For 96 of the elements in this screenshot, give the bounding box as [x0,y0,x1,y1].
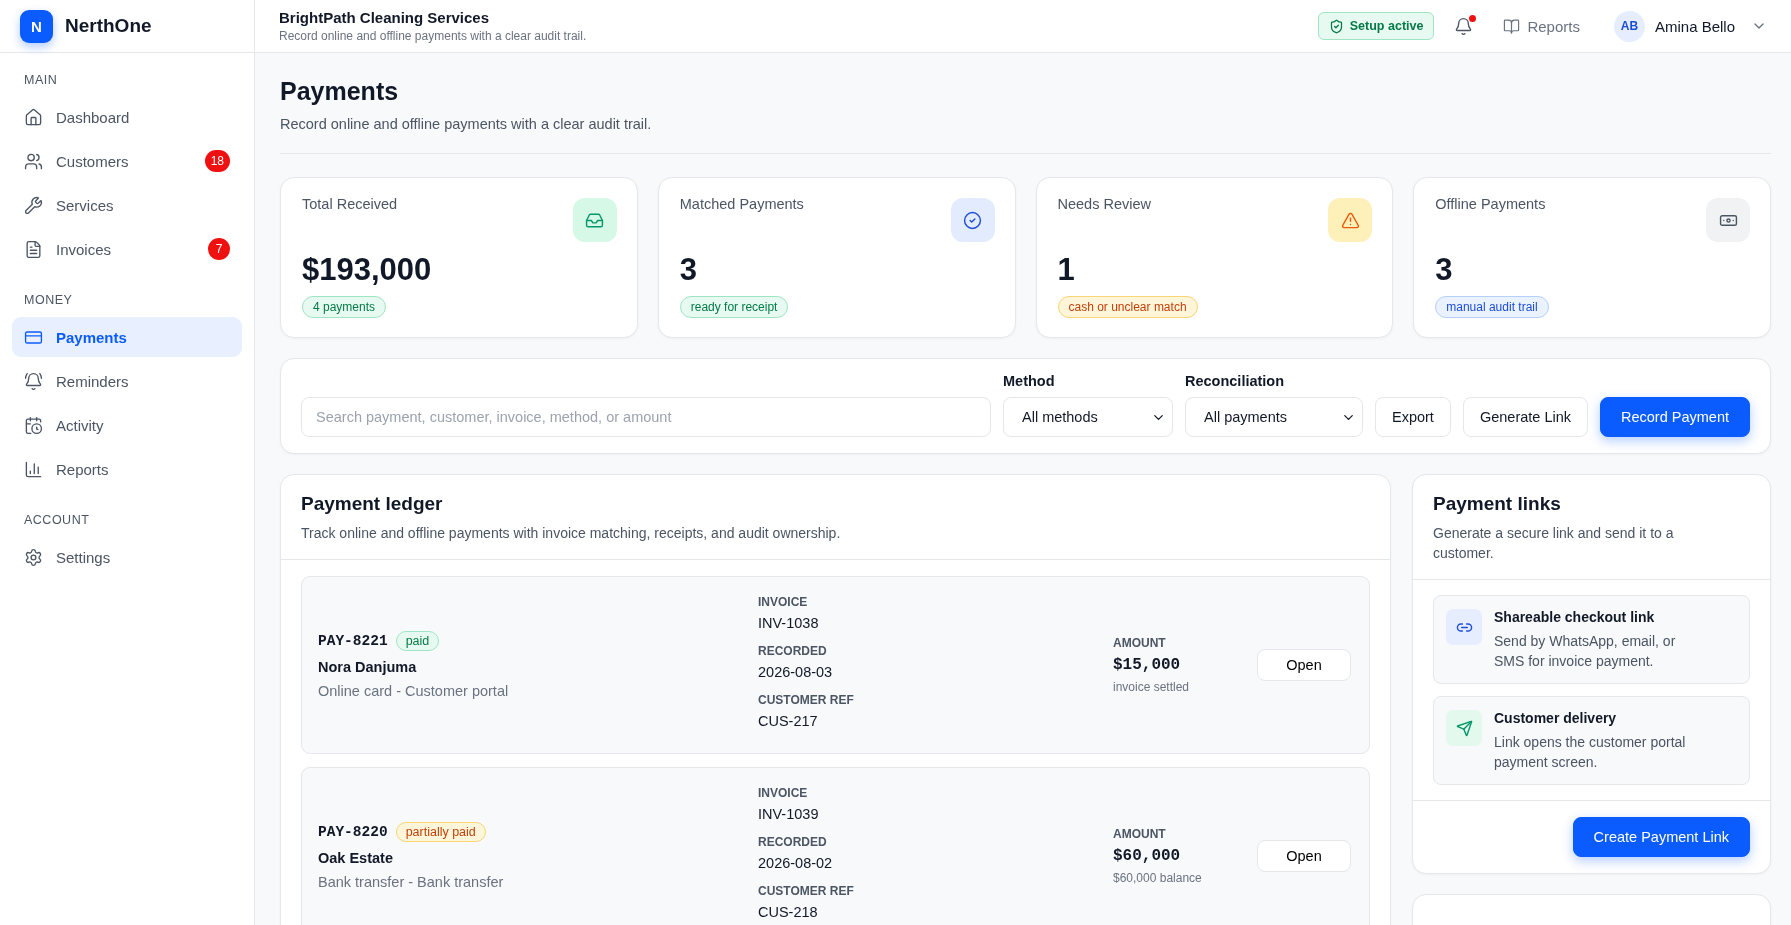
create-link-button[interactable]: Create Payment Link [1572,817,1750,857]
sidebar-item[interactable]: Customers 18 [12,141,242,181]
stat-tag: ready for receipt [679,296,789,318]
users-icon [24,151,43,171]
open-button[interactable]: Open [1257,840,1351,872]
field-label: RECORDED [758,643,828,658]
customer-name: Nora Danjuma [318,659,417,675]
sidebar-item[interactable]: Reports [12,449,242,489]
link-icon [1446,609,1482,645]
app-logo: N [20,9,53,43]
amount-note: invoice settled [1113,680,1190,694]
card-title: Payment links [1433,493,1561,515]
reconciliation-select[interactable]: All payments [1185,397,1363,437]
field-label: CUSTOMER REF [758,883,855,898]
settings-icon [24,547,43,567]
sidebar-item[interactable]: Dashboard [12,97,242,137]
sidebar-item[interactable]: Settings [12,537,242,577]
search-field[interactable]: Search payment, customer, invoice, method, or amount [301,397,991,437]
status-tag: partially paid [395,822,486,842]
bell-icon [24,371,43,391]
field-value: CUS-218 [758,903,819,920]
action-button[interactable]: Generate Link [1462,397,1588,437]
field-label: AMOUNT [1113,827,1166,841]
stat-value: $193,000 [302,252,433,288]
sidebar-item[interactable]: Reminders [12,361,242,401]
card-subtitle: Generate a secure link and send it to a customer. [1433,524,1675,563]
document-icon [24,239,43,259]
field-label: Method [1003,373,1056,389]
section-heading: MAIN [23,72,59,89]
inbox-icon [572,198,617,242]
customer-name: Oak Estate [318,850,393,866]
reports-link[interactable]: Reports [1503,17,1580,35]
send-icon [1446,710,1482,746]
payment-method: Online card - Customer portal [318,683,509,699]
payment-id: PAY-8220 [318,824,388,840]
field-label: Reconciliation [1185,373,1286,389]
bar-chart-icon [24,459,43,479]
card-subtitle: Track online and offline payments with invoice matching, receipts, and audit ownership. [301,524,841,543]
field-value: 2026-08-02 [758,854,834,871]
banknote-icon [1706,198,1750,242]
section-heading: MONEY [23,292,74,309]
stat-label: Total Received [302,196,398,212]
sidebar-item[interactable]: Activity [12,405,242,445]
option-title: Customer delivery [1494,710,1618,726]
user-menu[interactable]: AB Amina Bello [1613,10,1767,42]
field-value: CUS-217 [758,712,819,729]
count-badge: 18 [204,150,230,172]
stat-label: Needs Review [1057,196,1151,212]
stat-tag: 4 payments [302,296,387,318]
setup-status-badge: Setup active [1317,12,1435,40]
field-value: 2026-08-03 [758,663,834,680]
sidebar-item[interactable]: Invoices 7 [12,229,242,269]
card-title: Payment ledger [301,493,443,515]
section-heading: ACCOUNT [23,512,91,529]
field-label: INVOICE [758,785,809,800]
sidebar-item[interactable]: Payments [12,317,242,357]
stat-label: Matched Payments [679,196,804,212]
sidebar-item[interactable]: Services [12,185,242,225]
notifications-icon[interactable] [1454,16,1474,36]
wrench-icon [24,195,43,215]
stat-label: Offline Payments [1435,196,1546,212]
amount-value: $60,000 [1113,847,1181,865]
house-icon [24,107,43,127]
option-description: Link opens the customer portal payment screen. [1494,733,1687,772]
field-value: INV-1039 [758,805,820,822]
field-label: CUSTOMER REF [758,692,855,707]
calendar-clock-icon [24,415,43,435]
page-title: Payments [280,77,399,106]
field-label: RECORDED [758,834,828,849]
count-badge: 7 [208,238,230,260]
business-name: BrightPath Cleaning Services [279,9,491,26]
option-description: Send by WhatsApp, email, or SMS for invoice payment. [1494,632,1677,671]
field-value: INV-1038 [758,614,820,631]
book-icon [1503,17,1521,35]
action-button[interactable]: Record Payment [1600,397,1750,437]
payment-id: PAY-8221 [318,633,388,649]
payment-method: Bank transfer - Bank transfer [318,874,504,890]
stat-value: 3 [1435,252,1454,288]
stat-value: 3 [679,252,698,288]
method-select[interactable]: All methods [1003,397,1173,437]
business-subtitle: Record online and offline payments with a clear audit trail. [279,29,588,43]
action-button[interactable]: Export [1375,397,1451,437]
app-name: NerthOne [65,15,152,37]
option-title: Shareable checkout link [1494,609,1656,625]
status-tag: paid [395,631,440,651]
open-button[interactable]: Open [1257,649,1351,681]
stat-tag: manual audit trail [1435,296,1549,318]
stat-value: 1 [1057,252,1076,288]
user-avatar: AB [1613,10,1645,42]
amount-value: $15,000 [1113,656,1181,674]
stat-tag: cash or unclear match [1057,296,1198,318]
amount-note: $60,000 balance [1113,871,1202,885]
field-label: INVOICE [758,594,809,609]
page-subtitle: Record online and offline payments with a clear audit trail. [280,116,652,132]
field-label: AMOUNT [1113,636,1166,650]
warning-icon [1328,198,1373,242]
